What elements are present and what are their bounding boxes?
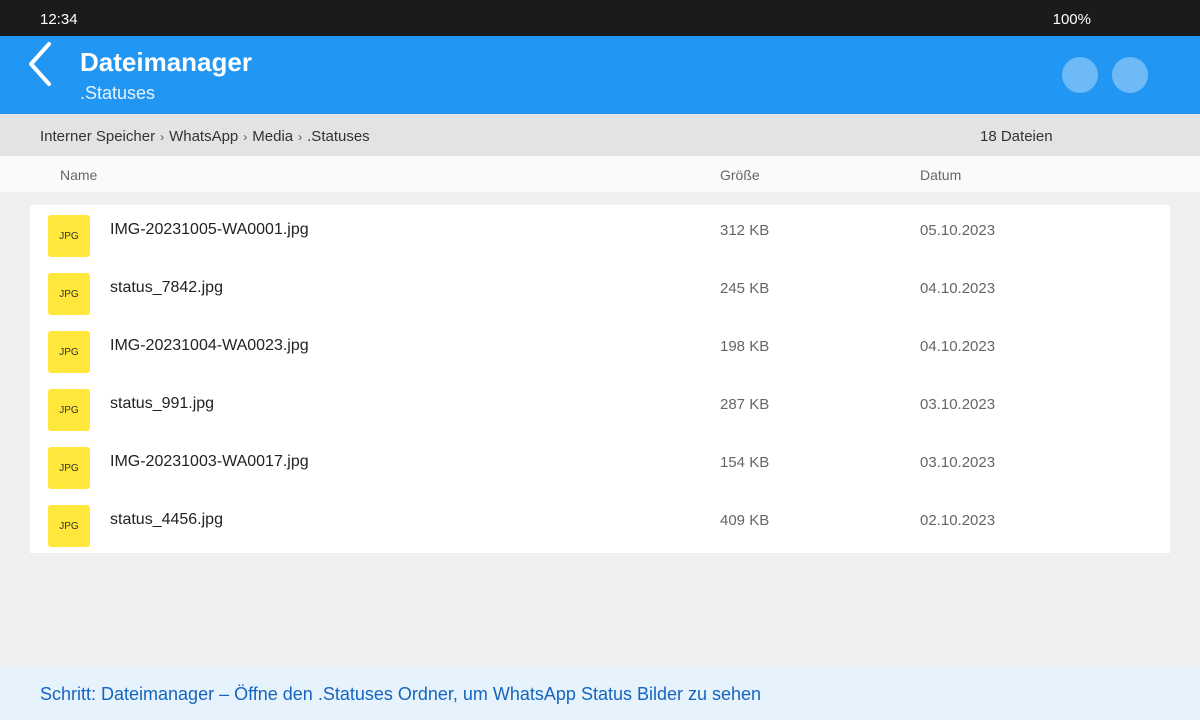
page-title: Dateimanager	[80, 47, 252, 77]
file-date: 04.10.2023	[920, 338, 996, 355]
more-options-button[interactable]	[1112, 57, 1148, 93]
file-date: 05.10.2023	[920, 222, 996, 239]
file-row[interactable]: JPG IMG-20231004-WA0023.jpg 198 KB 04.10…	[30, 321, 1170, 379]
page-subtitle: .Statuses	[80, 83, 156, 103]
jpg-file-icon: JPG	[48, 273, 90, 315]
chevron-left-icon	[29, 42, 51, 86]
back-button[interactable]	[18, 38, 62, 90]
breadcrumb-item-media[interactable]: Media	[252, 128, 293, 145]
breadcrumb-separator: ›	[243, 129, 248, 144]
file-row[interactable]: JPG status_991.jpg 287 KB 03.10.2023	[30, 379, 1170, 437]
file-date: 03.10.2023	[920, 396, 996, 413]
file-list: JPG IMG-20231005-WA0001.jpg 312 KB 05.10…	[30, 205, 1170, 553]
status-time: 12:34	[40, 11, 78, 28]
step-hint-bar: Schritt: Dateimanager – Öffne den .Statu…	[0, 668, 1200, 720]
jpg-file-icon: JPG	[48, 389, 90, 431]
jpg-file-icon: JPG	[48, 215, 90, 257]
column-date-header[interactable]: Datum	[920, 167, 961, 183]
breadcrumb-bar: Interner Speicher › WhatsApp › Media › .…	[0, 114, 1200, 156]
file-date: 03.10.2023	[920, 454, 996, 471]
file-row[interactable]: JPG IMG-20231005-WA0001.jpg 312 KB 05.10…	[30, 205, 1170, 263]
breadcrumb-separator: ›	[160, 129, 165, 144]
status-bar: 12:34 100%	[0, 0, 1200, 36]
file-row[interactable]: JPG status_4456.jpg 409 KB 02.10.2023	[30, 495, 1170, 553]
file-size: 409 KB	[720, 512, 770, 529]
breadcrumb-item-whatsapp[interactable]: WhatsApp	[169, 128, 238, 145]
file-size: 154 KB	[720, 454, 770, 471]
file-row[interactable]: JPG IMG-20231003-WA0017.jpg 154 KB 03.10…	[30, 437, 1170, 495]
search-button[interactable]	[1062, 57, 1098, 93]
step-hint-text: Schritt: Dateimanager – Öffne den .Statu…	[40, 684, 762, 704]
file-size: 245 KB	[720, 280, 770, 297]
file-name: status_4456.jpg	[110, 511, 223, 528]
file-name: status_7842.jpg	[110, 279, 223, 296]
file-size: 287 KB	[720, 396, 770, 413]
breadcrumb-item-statuses[interactable]: .Statuses	[307, 128, 370, 145]
file-name: status_991.jpg	[110, 395, 215, 412]
file-size: 312 KB	[720, 222, 770, 239]
breadcrumb-item-internal-storage[interactable]: Interner Speicher	[40, 128, 155, 145]
file-name: IMG-20231004-WA0023.jpg	[110, 337, 309, 354]
breadcrumb: Interner Speicher › WhatsApp › Media › .…	[40, 128, 370, 145]
jpg-file-icon: JPG	[48, 505, 90, 547]
file-row[interactable]: JPG status_7842.jpg 245 KB 04.10.2023	[30, 263, 1170, 321]
column-header: Name Größe Datum	[0, 156, 1200, 192]
file-manager-screen: 12:34 100% Dateimanager .Statuses Intern…	[0, 0, 1200, 720]
jpg-file-icon: JPG	[48, 447, 90, 489]
column-size-header[interactable]: Größe	[720, 167, 760, 183]
file-name: IMG-20231005-WA0001.jpg	[110, 221, 309, 238]
file-count: 18 Dateien	[980, 128, 1053, 145]
file-date: 04.10.2023	[920, 280, 996, 297]
breadcrumb-separator: ›	[298, 129, 303, 144]
file-size: 198 KB	[720, 338, 770, 355]
file-date: 02.10.2023	[920, 512, 996, 529]
column-name-header[interactable]: Name	[60, 167, 97, 183]
jpg-file-icon: JPG	[48, 331, 90, 373]
app-bar: Dateimanager .Statuses	[0, 36, 1200, 114]
battery-level: 100%	[1052, 11, 1091, 28]
file-name: IMG-20231003-WA0017.jpg	[110, 453, 309, 470]
